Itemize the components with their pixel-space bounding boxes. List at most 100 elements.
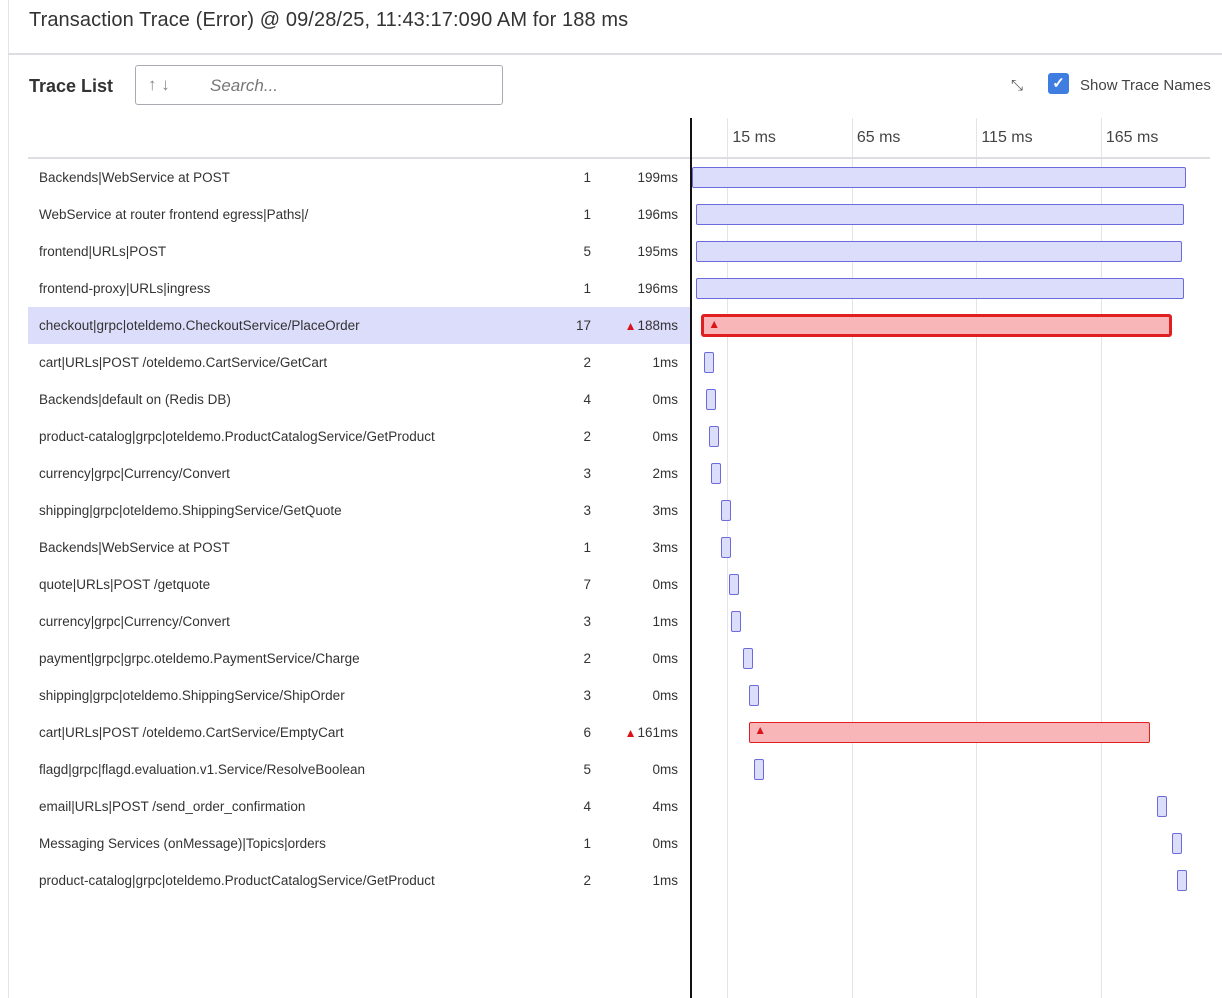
span-bar[interactable] — [703, 352, 714, 373]
duration-value: 196ms — [637, 207, 678, 222]
duration-value: 1ms — [652, 873, 678, 888]
trace-count: 4 — [583, 392, 591, 407]
duration-value: 0ms — [652, 688, 678, 703]
trace-duration: 195ms — [637, 244, 678, 259]
trace-count: 3 — [583, 503, 591, 518]
span-bar[interactable] — [1172, 833, 1183, 854]
trace-name: frontend-proxy|URLs|ingress — [39, 281, 211, 296]
span-bar[interactable] — [696, 241, 1182, 262]
trace-row[interactable]: currency|grpc|Currency/Convert 3 1ms — [28, 603, 690, 640]
trace-count: 5 — [583, 244, 591, 259]
trace-name: currency|grpc|Currency/Convert — [39, 614, 230, 629]
trace-row[interactable]: shipping|grpc|oteldemo.ShippingService/S… — [28, 677, 690, 714]
tick-label: 65 ms — [856, 129, 901, 146]
span-bar[interactable] — [710, 463, 721, 484]
span-bar[interactable] — [705, 389, 716, 410]
trace-name: cart|URLs|POST /oteldemo.CartService/Get… — [39, 355, 328, 370]
span-bar[interactable] — [720, 500, 731, 521]
trace-count: 2 — [583, 873, 591, 888]
duration-value: 3ms — [652, 503, 678, 518]
trace-row[interactable]: currency|grpc|Currency/Convert 3 2ms — [28, 455, 690, 492]
span-bar[interactable] — [743, 648, 754, 669]
error-span-bar[interactable]: ▲ — [701, 314, 1172, 337]
error-span-bar[interactable]: ▲ — [749, 722, 1151, 743]
trace-name: Backends|WebService at POST — [39, 540, 230, 555]
trace-row[interactable]: product-catalog|grpc|oteldemo.ProductCat… — [28, 418, 690, 455]
trace-duration: 0ms — [652, 688, 678, 703]
show-trace-names-label[interactable]: Show Trace Names — [1080, 77, 1211, 94]
duration-value: 3ms — [652, 540, 678, 555]
trace-name: shipping|grpc|oteldemo.ShippingService/G… — [39, 503, 342, 518]
trace-count: 3 — [583, 688, 591, 703]
trace-name: currency|grpc|Currency/Convert — [39, 466, 230, 481]
tick-label: 165 ms — [1105, 129, 1159, 146]
trace-count: 3 — [583, 614, 591, 629]
tick-label: 115 ms — [981, 129, 1033, 146]
trace-duration: 0ms — [652, 836, 678, 851]
trace-name: flagd|grpc|flagd.evaluation.v1.Service/R… — [39, 762, 365, 777]
trace-count: 2 — [583, 429, 591, 444]
header-divider — [8, 53, 1222, 55]
show-trace-names-checkbox[interactable]: ✓ — [1048, 73, 1069, 94]
trace-name: shipping|grpc|oteldemo.ShippingService/S… — [39, 688, 345, 703]
trace-duration: 1ms — [652, 614, 678, 629]
span-bar[interactable] — [696, 278, 1185, 299]
trace-name: Backends|WebService at POST — [39, 170, 230, 185]
span-bar[interactable] — [729, 574, 740, 595]
trace-count: 7 — [583, 577, 591, 592]
trace-row[interactable]: cart|URLs|POST /oteldemo.CartService/Get… — [28, 344, 690, 381]
trace-row[interactable]: frontend-proxy|URLs|ingress 1 196ms — [28, 270, 690, 307]
duration-value: 0ms — [652, 762, 678, 777]
span-bar[interactable] — [1157, 796, 1168, 817]
span-bar[interactable] — [720, 537, 731, 558]
span-bar[interactable] — [696, 204, 1185, 225]
sort-arrows-icon[interactable]: ↑ ↓ — [148, 75, 170, 95]
trace-count: 1 — [583, 170, 591, 185]
span-bar[interactable] — [708, 426, 719, 447]
trace-row[interactable]: shipping|grpc|oteldemo.ShippingService/G… — [28, 492, 690, 529]
trace-row[interactable]: cart|URLs|POST /oteldemo.CartService/Emp… — [28, 714, 690, 751]
trace-row[interactable]: product-catalog|grpc|oteldemo.ProductCat… — [28, 862, 690, 899]
trace-duration: 0ms — [652, 577, 678, 592]
trace-row[interactable]: flagd|grpc|flagd.evaluation.v1.Service/R… — [28, 751, 690, 788]
trace-row[interactable]: email|URLs|POST /send_order_confirmation… — [28, 788, 690, 825]
search-input[interactable] — [208, 72, 492, 100]
search-box: ↑ ↓ — [135, 65, 503, 105]
trace-duration: 196ms — [637, 207, 678, 222]
duration-value: 199ms — [637, 170, 678, 185]
trace-duration: 199ms — [637, 170, 678, 185]
span-bar[interactable] — [754, 759, 765, 780]
trace-count: 6 — [583, 725, 591, 740]
trace-count: 3 — [583, 466, 591, 481]
trace-row[interactable]: Messaging Services (onMessage)|Topics|or… — [28, 825, 690, 862]
trace-count: 4 — [583, 799, 591, 814]
trace-row[interactable]: checkout|grpc|oteldemo.CheckoutService/P… — [28, 307, 690, 344]
trace-row[interactable]: Backends|WebService at POST 1 3ms — [28, 529, 690, 566]
duration-value: 1ms — [652, 355, 678, 370]
span-bar[interactable] — [749, 685, 760, 706]
duration-value: 195ms — [637, 244, 678, 259]
trace-row[interactable]: payment|grpc|grpc.oteldemo.PaymentServic… — [28, 640, 690, 677]
span-bar[interactable] — [691, 167, 1187, 188]
page-title: Transaction Trace (Error) @ 09/28/25, 11… — [29, 9, 629, 31]
trace-row[interactable]: WebService at router frontend egress|Pat… — [28, 196, 690, 233]
trace-name: quote|URLs|POST /getquote — [39, 577, 211, 592]
duration-value: 0ms — [652, 651, 678, 666]
trace-row[interactable]: quote|URLs|POST /getquote 7 0ms — [28, 566, 690, 603]
span-bar[interactable] — [731, 611, 742, 632]
trace-name: product-catalog|grpc|oteldemo.ProductCat… — [39, 429, 435, 444]
span-bar[interactable] — [1177, 870, 1188, 891]
duration-value: 4ms — [652, 799, 678, 814]
trace-row[interactable]: Backends|default on (Redis DB) 4 0ms — [28, 381, 690, 418]
trace-duration: 1ms — [652, 355, 678, 370]
collapse-icon[interactable]: ⤡ — [1011, 77, 1023, 94]
duration-value: 161ms — [637, 725, 678, 740]
trace-count: 2 — [583, 355, 591, 370]
trace-count: 5 — [583, 762, 591, 777]
trace-name: cart|URLs|POST /oteldemo.CartService/Emp… — [39, 725, 344, 740]
warning-icon: ▲ — [624, 726, 637, 740]
warning-icon: ▲ — [708, 317, 721, 331]
trace-row[interactable]: frontend|URLs|POST 5 195ms — [28, 233, 690, 270]
duration-value: 2ms — [652, 466, 678, 481]
trace-row[interactable]: Backends|WebService at POST 1 199ms — [28, 159, 690, 196]
